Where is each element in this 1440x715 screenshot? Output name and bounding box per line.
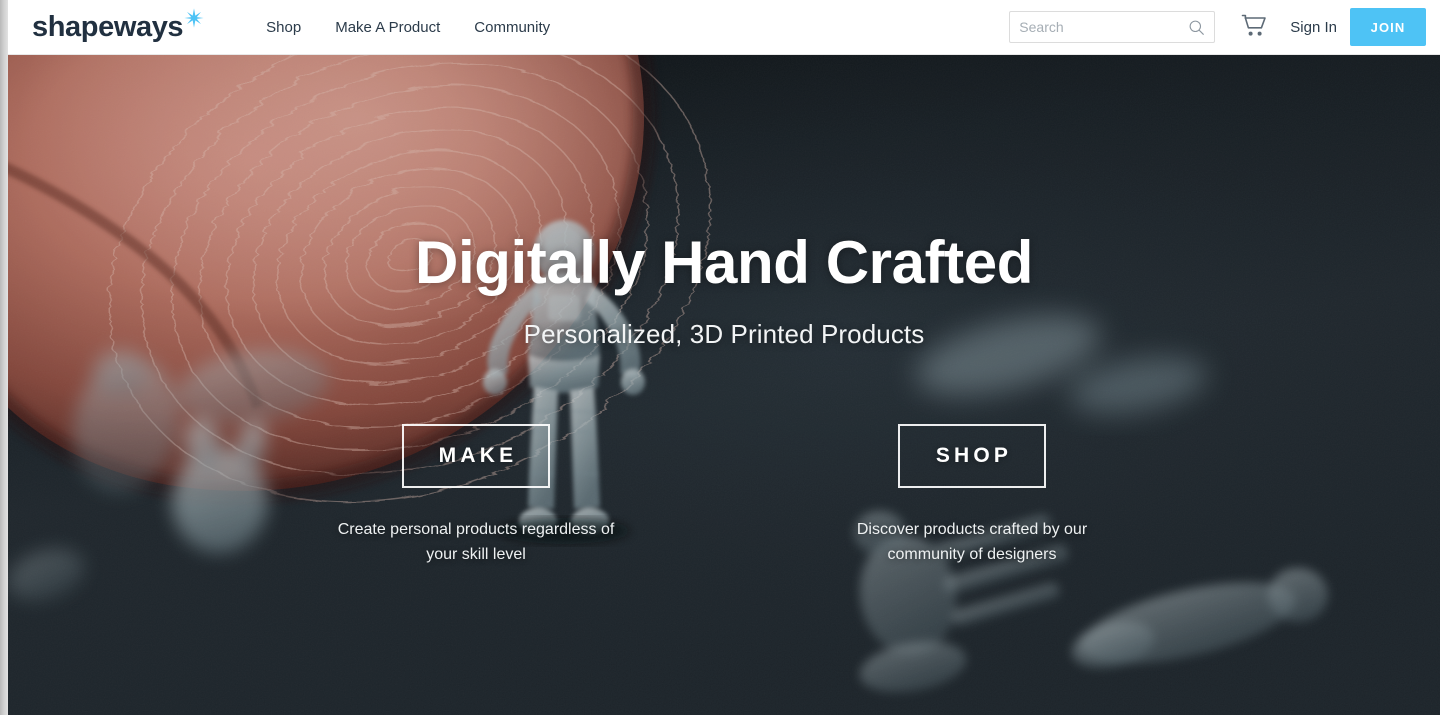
hero-cta-row: MAKE Create personal products regardless… — [8, 424, 1440, 568]
nav-item-make-a-product[interactable]: Make A Product — [335, 19, 440, 36]
shop-button[interactable]: SHOP — [898, 424, 1046, 488]
make-caption: Create personal products regardless of y… — [337, 521, 615, 563]
search-icon[interactable] — [1188, 19, 1205, 36]
search-input[interactable] — [1010, 12, 1179, 42]
hero-subtitle: Personalized, 3D Printed Products — [523, 319, 925, 349]
shopping-cart-icon — [1241, 14, 1267, 41]
site-header: shapeways Shop Make A Product Community — [8, 0, 1440, 55]
main-navigation: Shop Make A Product Community — [266, 19, 550, 36]
search-box[interactable] — [1009, 11, 1216, 43]
hero-content: Digitally Hand Crafted Personalized, 3D … — [8, 55, 1440, 715]
hero-title: Digitally Hand Crafted — [415, 229, 1033, 296]
make-button[interactable]: MAKE — [402, 424, 550, 488]
nav-item-shop[interactable]: Shop — [266, 19, 301, 36]
join-button[interactable]: JOIN — [1350, 8, 1426, 46]
nav-item-community[interactable]: Community — [474, 19, 550, 36]
brand-wordmark: shapeways — [32, 10, 184, 43]
shop-caption: Discover products crafted by our communi… — [856, 521, 1088, 563]
cta-group-make: MAKE Create personal products regardless… — [228, 424, 724, 568]
brand-logo[interactable]: shapeways — [32, 7, 204, 43]
window-left-edge-scrollbar[interactable] — [0, 0, 8, 715]
cart-button[interactable] — [1232, 0, 1276, 55]
cta-group-shop: SHOP Discover products crafted by our co… — [724, 424, 1220, 568]
sparkle-star-icon — [184, 7, 204, 28]
hero-section: Digitally Hand Crafted Personalized, 3D … — [8, 55, 1440, 715]
sign-in-link[interactable]: Sign In — [1290, 19, 1337, 36]
header-actions: Sign In JOIN — [1009, 0, 1440, 54]
browser-viewport: shapeways Shop Make A Product Community — [0, 0, 1440, 715]
